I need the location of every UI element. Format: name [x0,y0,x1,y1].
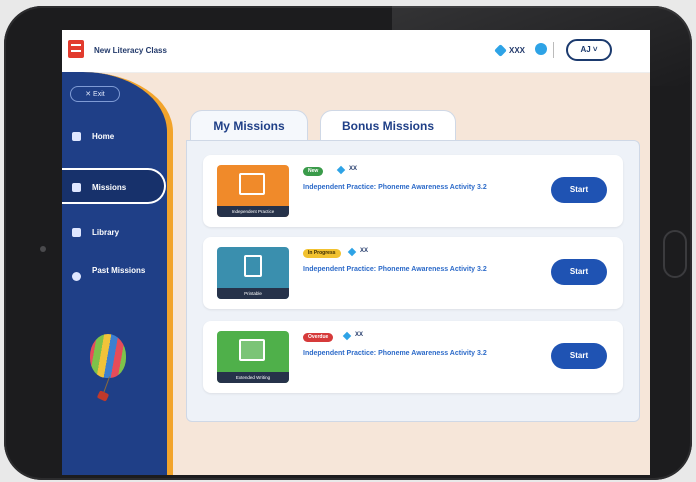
home-icon [72,132,81,141]
mission-thumbnail: Independent Practice [217,165,289,217]
divider [553,42,554,58]
home-hardware-button[interactable] [663,230,687,278]
app-screen: New Literacy Class XXX AJ ˅ ✕ Exit Home … [62,30,650,475]
thumbnail-caption: Extended Writing [217,372,289,383]
mission-title[interactable]: Independent Practice: Phoneme Awareness … [303,349,543,359]
start-button[interactable]: Start [551,343,607,369]
sidebar-item-label: Library [92,228,120,237]
sidebar-item-label: Home [92,132,115,141]
top-bar: New Literacy Class XXX AJ ˅ [62,30,650,73]
gem-icon [336,165,346,175]
mission-card: Independent Practice New XX Independent … [203,155,623,227]
gem-icon [342,331,352,341]
sidebar-item-library[interactable]: Library [62,214,166,250]
class-title: New Literacy Class [94,46,167,55]
worksheet-icon [239,173,265,195]
gem-count: XXX [509,46,526,55]
sidebar-item-home[interactable]: Home [62,118,166,154]
balloon-basket [96,390,110,402]
start-button[interactable]: Start [551,177,607,203]
status-badge: In Progress [303,249,341,258]
thumbnail-caption: Independent Practice [217,206,289,217]
sidebar-item-past-missions[interactable]: Past Missions [62,258,166,302]
missions-panel: Independent Practice New XX Independent … [186,140,640,422]
mission-thumbnail: Extended Writing [217,331,289,383]
mission-title[interactable]: Independent Practice: Phoneme Awareness … [303,265,543,275]
sidebar: ✕ Exit Home Missions Library Past Missio… [62,72,173,475]
mission-card: Extended Writing Overdue XX Independent … [203,321,623,393]
user-menu-button[interactable]: AJ ˅ [566,39,612,61]
balloon-string [102,376,111,394]
document-icon [244,255,262,277]
library-icon [72,228,81,237]
gem-icon [347,247,357,257]
mission-card: Printable In Progress XX Independent Pra… [203,237,623,309]
gem-reward: XX [360,248,369,254]
start-button[interactable]: Start [551,259,607,285]
thumbnail-caption: Printable [217,288,289,299]
notebook-icon [239,339,265,361]
mission-thumbnail: Printable [217,247,289,299]
status-badge: New [303,167,324,176]
past-missions-icon [72,272,81,281]
tab-bonus-missions[interactable]: Bonus Missions [320,110,456,140]
gem-reward: XX [355,332,364,338]
sidebar-item-label: Missions [92,183,127,192]
missions-icon [72,183,81,192]
sidebar-item-label: Past Missions [92,266,146,275]
sidebar-item-missions[interactable]: Missions [62,168,166,204]
gem-reward: XX [349,166,358,172]
hot-air-balloon-illustration [90,334,126,378]
gem-icon [494,44,507,57]
camera-lens [40,246,46,252]
tablet-frame: New Literacy Class XXX AJ ˅ ✕ Exit Home … [4,6,692,480]
status-badge: Overdue [303,333,334,342]
mission-title[interactable]: Independent Practice: Phoneme Awareness … [303,183,543,193]
coin-icon [535,43,547,55]
tab-my-missions[interactable]: My Missions [190,110,308,140]
exit-button[interactable]: ✕ Exit [70,86,120,102]
logo-icon [68,40,84,58]
